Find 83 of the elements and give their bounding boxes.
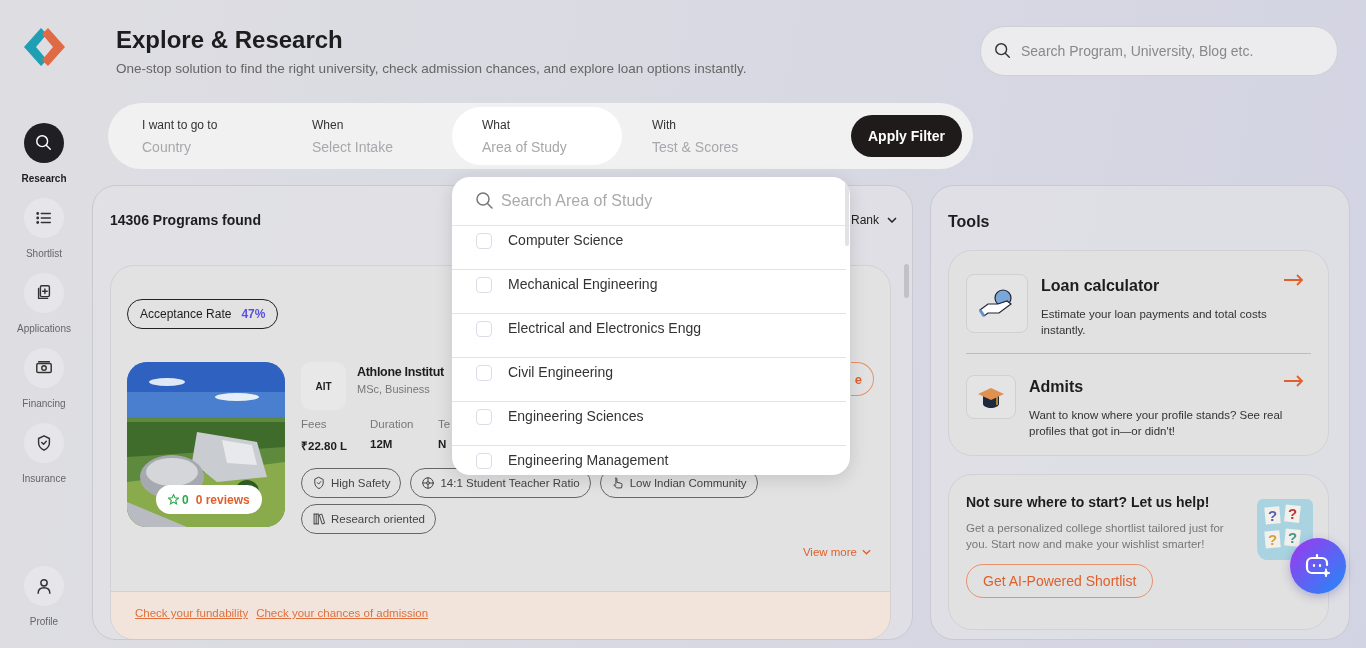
results-count: 14306 Programs found (110, 212, 261, 228)
tool-description: Want to know where your profile stands? See real profiles that got in—or didn't! (1029, 408, 1284, 439)
filter-label: When (312, 117, 345, 132)
option-item[interactable]: Mechanical Engineering (452, 270, 846, 314)
checkbox[interactable] (476, 365, 492, 381)
nav-label[interactable]: Financing (22, 398, 66, 410)
nav-button[interactable] (24, 123, 64, 163)
scrollbar[interactable] (904, 264, 909, 298)
apply-filter-button[interactable]: Apply Filter (851, 115, 962, 157)
scrollbar[interactable] (845, 181, 849, 246)
tool-description: Estimate your loan payments and total costs instantly. (1041, 307, 1268, 338)
nav-label[interactable]: Applications (17, 323, 71, 335)
document-plus-icon (35, 284, 53, 302)
stat-value: N (438, 438, 448, 450)
filter-tab[interactable]: With Test & Scores (622, 107, 792, 165)
filter-value: Area of Study (482, 138, 568, 155)
arrow-right-icon[interactable] (1283, 274, 1304, 286)
chevron-down-icon (887, 217, 897, 223)
person-icon (35, 577, 53, 595)
filter-tab[interactable]: What Area of Study (452, 107, 622, 165)
checkbox[interactable] (476, 409, 492, 425)
wheel-icon (421, 476, 436, 490)
help-description: Get a personalized college shortlist tailored just for you. Start now and make your wishlist smarter! (966, 521, 1225, 552)
nav-label[interactable]: Shortlist (25, 248, 63, 260)
page-title: Explore & Research (116, 26, 344, 54)
stat-label: Te (438, 418, 451, 430)
nav-label[interactable]: Research (21, 173, 67, 185)
panel-title: Tools (948, 212, 991, 232)
tool-title[interactable]: Loan calculator (1041, 276, 1296, 296)
nav-button[interactable] (24, 273, 64, 313)
shield-icon (35, 434, 53, 452)
option-item[interactable]: Electrical and Electronics Engg (452, 314, 846, 358)
filter-value: Test & Scores (652, 138, 740, 155)
stat-value: ₹22.80 L (301, 439, 348, 453)
search-icon (475, 191, 495, 211)
sort-dropdown[interactable]: Rank (851, 213, 897, 227)
shield-icon (312, 476, 326, 490)
stat-value: 12M (370, 438, 394, 450)
stat-label: Duration (370, 418, 415, 430)
checkbox[interactable] (476, 453, 492, 469)
filter-value: Select Intake (312, 138, 394, 155)
nav-label[interactable]: Insurance (22, 473, 66, 485)
filter-value: Country (142, 138, 193, 155)
nav-button[interactable] (24, 423, 64, 463)
list-icon (35, 209, 53, 227)
arrow-right-icon[interactable] (1283, 375, 1304, 387)
graduation-cap-icon (977, 385, 1005, 409)
page-subtitle: One-stop solution to find the right university, check admission chances, and explore loan options instantly. (116, 60, 747, 78)
university-name: Athlone Institut (357, 365, 444, 380)
filter-label: With (652, 117, 677, 132)
books-icon (312, 512, 326, 526)
rating-badge: 0 0 reviews (156, 485, 262, 514)
question-mark: ? (1267, 531, 1278, 548)
filter-tab[interactable]: When Select Intake (282, 107, 452, 165)
course-name: MSc, Business (357, 383, 431, 395)
star-icon (168, 494, 179, 505)
checkbox[interactable] (476, 233, 492, 249)
question-mark: ? (1287, 529, 1298, 546)
question-mark: ? (1267, 507, 1278, 524)
chatbot-icon (1304, 553, 1332, 579)
tool-title[interactable]: Admits (1029, 377, 1284, 397)
filter-label: What (482, 117, 511, 132)
search-field[interactable]: Search Area of Study (452, 177, 850, 225)
help-title: Not sure where to start? Let us help! (966, 494, 1211, 510)
checkbox[interactable] (476, 277, 492, 293)
chevron-down-icon (862, 549, 871, 555)
nav-label[interactable]: Profile (29, 616, 59, 628)
option-item[interactable]: Civil Engineering (452, 358, 846, 402)
search-field[interactable]: Search Program, University, Blog etc. (980, 26, 1338, 76)
question-mark: ? (1287, 505, 1298, 522)
university-logo: AIT (301, 362, 346, 410)
nav-button[interactable] (24, 348, 64, 388)
option-item[interactable]: Computer Science (452, 226, 846, 270)
search-icon (35, 134, 53, 152)
hand-icon (610, 476, 625, 490)
search-icon (994, 42, 1012, 60)
checkbox[interactable] (476, 321, 492, 337)
stat-label: Fees (301, 418, 328, 430)
filter-label: I want to go to (142, 117, 219, 132)
option-item[interactable]: Engineering Sciences (452, 402, 846, 446)
filter-tab[interactable]: I want to go to Country (112, 107, 282, 165)
profile-button[interactable] (24, 566, 64, 606)
sticky-notes-drawing (1257, 499, 1313, 560)
